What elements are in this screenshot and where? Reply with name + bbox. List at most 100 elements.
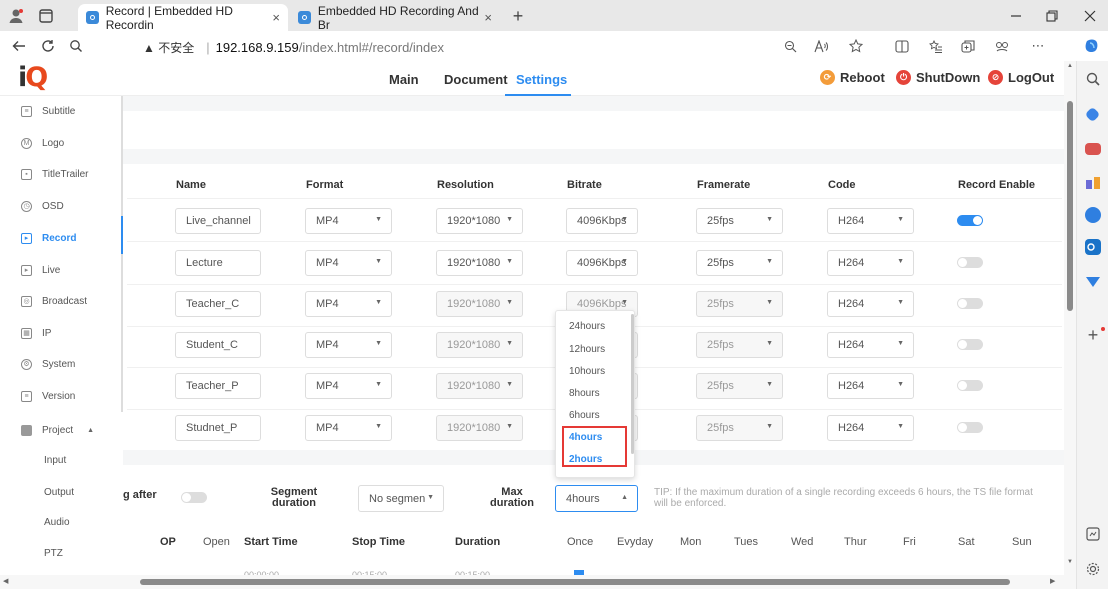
chevron-up-icon[interactable]: ▲ xyxy=(87,427,94,434)
games-icon[interactable] xyxy=(1085,175,1101,191)
restore-icon[interactable] xyxy=(1042,6,1062,26)
resolution-select[interactable]: 1920*1080 ▼ xyxy=(436,250,523,276)
back-arrow-icon[interactable] xyxy=(8,36,30,56)
format-select[interactable]: MP4 ▼ xyxy=(305,415,392,441)
minimize-icon[interactable] xyxy=(1006,6,1026,26)
format-select[interactable]: MP4 ▼ xyxy=(305,291,392,317)
dropdown-option-8hours[interactable]: 8hours xyxy=(569,388,600,399)
dropdown-option-12hours[interactable]: 12hours xyxy=(569,344,605,355)
sidebar-item-ip[interactable]: ▦ IP xyxy=(0,321,123,345)
sidebar-item-ptz[interactable]: PTZ xyxy=(0,541,123,565)
close-tab-icon[interactable]: × xyxy=(484,10,492,25)
sidebar-item-record[interactable]: ▸ Record xyxy=(0,226,123,250)
sidebar-item-osd[interactable]: ◷ OSD xyxy=(0,194,123,218)
format-select[interactable]: MP4 ▼ xyxy=(305,208,392,234)
record-enable-toggle[interactable] xyxy=(957,257,983,268)
format-select[interactable]: MP4 ▼ xyxy=(305,373,392,399)
horizontal-scroll-thumb[interactable] xyxy=(140,579,1010,585)
format-select[interactable]: MP4 ▼ xyxy=(305,250,392,276)
format-select[interactable]: MP4 ▼ xyxy=(305,332,392,358)
tools-briefcase-icon[interactable] xyxy=(1085,143,1101,155)
outlook-icon[interactable] xyxy=(1085,239,1101,255)
favorites-list-icon[interactable] xyxy=(927,37,945,55)
favorite-star-icon[interactable] xyxy=(847,37,865,55)
vertical-scroll-thumb[interactable] xyxy=(1067,101,1073,311)
code-select[interactable]: H264 ▼ xyxy=(827,373,914,399)
extensions-icon[interactable] xyxy=(993,37,1011,55)
framerate-select[interactable]: 25fps ▼ xyxy=(696,250,783,276)
resolution-select[interactable]: 1920*1080 ▼ xyxy=(436,332,523,358)
logout-button[interactable]: ⊘ LogOut xyxy=(988,70,1054,85)
dropdown-scrollbar[interactable] xyxy=(631,314,634,454)
dropdown-option-24hours[interactable]: 24hours xyxy=(569,321,605,332)
settings-gear-icon[interactable] xyxy=(1085,561,1101,577)
search-sidebar-icon[interactable] xyxy=(1085,71,1101,87)
framerate-select[interactable]: 25fps ▼ xyxy=(696,291,783,317)
sidebar-item-logo[interactable]: M Logo xyxy=(0,131,123,155)
nav-main[interactable]: Main xyxy=(389,72,419,87)
dropdown-option-6hours[interactable]: 6hours xyxy=(569,410,600,421)
code-select[interactable]: H264 ▼ xyxy=(827,332,914,358)
sidebar-item-input[interactable]: Input xyxy=(0,448,123,472)
new-tab-icon[interactable]: + xyxy=(508,6,528,26)
channel-name-input[interactable]: Studnet_P xyxy=(175,415,261,441)
bitrate-select[interactable]: 4096Kbps ▼ xyxy=(566,208,638,234)
shopping-tag-icon[interactable] xyxy=(1084,106,1101,123)
framerate-select[interactable]: 25fps ▼ xyxy=(696,373,783,399)
code-select[interactable]: H264 ▼ xyxy=(827,415,914,441)
framerate-select[interactable]: 25fps ▼ xyxy=(696,415,783,441)
code-select[interactable]: H264 ▼ xyxy=(827,291,914,317)
sidebar-item-subtitle[interactable]: ≡ Subtitle xyxy=(0,99,123,123)
framerate-select[interactable]: 25fps ▼ xyxy=(696,332,783,358)
add-sidebar-app-icon[interactable]: + xyxy=(1085,326,1101,344)
split-screen-icon[interactable] xyxy=(893,37,911,55)
close-window-icon[interactable] xyxy=(1080,6,1100,26)
drop-icon[interactable] xyxy=(1085,273,1101,289)
nav-document[interactable]: Document xyxy=(444,72,508,87)
refresh-icon[interactable] xyxy=(37,36,59,56)
copilot-sidebar-icon[interactable] xyxy=(1085,207,1101,223)
record-enable-toggle[interactable] xyxy=(957,422,983,433)
browser-tab-embedded[interactable]: Embedded HD Recording And Br × xyxy=(290,4,500,32)
screenshot-icon[interactable] xyxy=(1085,526,1101,542)
scroll-left-icon[interactable]: ◀ xyxy=(3,577,8,585)
read-aloud-icon[interactable] xyxy=(812,37,830,55)
sidebar-item-project[interactable]: Project ▲ xyxy=(0,418,123,442)
scroll-down-icon[interactable]: ▼ xyxy=(1067,559,1073,565)
channel-name-input[interactable]: Teacher_C xyxy=(175,291,261,317)
dropdown-option-10hours[interactable]: 10hours xyxy=(569,366,605,377)
tab-actions-icon[interactable] xyxy=(36,6,56,26)
address-field[interactable]: ▲ 不安全 | 192.168.9.159/index.html#/record/i… xyxy=(143,39,444,56)
record-enable-toggle[interactable] xyxy=(957,298,983,309)
code-select[interactable]: H264 ▼ xyxy=(827,250,914,276)
page-vertical-scrollbar[interactable]: ▲ ▼ xyxy=(1064,61,1076,589)
channel-name-input[interactable]: Student_C xyxy=(175,332,261,358)
search-icon[interactable] xyxy=(65,36,87,56)
page-horizontal-scrollbar[interactable]: ◀ ▶ xyxy=(0,575,1064,589)
max-duration-select[interactable]: 4hours ▲ xyxy=(555,485,638,512)
sidebar-item-output[interactable]: Output xyxy=(0,480,123,504)
sidebar-item-audio[interactable]: Audio xyxy=(0,510,123,534)
record-enable-toggle[interactable] xyxy=(957,380,983,391)
bitrate-select[interactable]: 4096Kbps ▼ xyxy=(566,250,638,276)
resolution-select[interactable]: 1920*1080 ▼ xyxy=(436,208,523,234)
sidebar-item-version[interactable]: ≡ Version xyxy=(0,384,123,408)
resolution-select[interactable]: 1920*1080 ▼ xyxy=(436,415,523,441)
scroll-right-icon[interactable]: ▶ xyxy=(1050,577,1055,585)
reboot-button[interactable]: ⟳ Reboot xyxy=(820,70,885,85)
sidebar-item-live[interactable]: ▸ Live xyxy=(0,258,123,282)
zoom-icon[interactable] xyxy=(781,37,799,55)
framerate-select[interactable]: 25fps ▼ xyxy=(696,208,783,234)
close-tab-icon[interactable]: × xyxy=(272,10,280,25)
record-enable-toggle[interactable] xyxy=(957,339,983,350)
more-options-icon[interactable]: ⋯ xyxy=(1029,37,1047,55)
channel-name-input[interactable]: Lecture xyxy=(175,250,261,276)
sidebar-item-system[interactable]: ⚙ System xyxy=(0,352,123,376)
code-select[interactable]: H264 ▼ xyxy=(827,208,914,234)
collections-icon[interactable] xyxy=(959,37,977,55)
sidebar-item-titletrailer[interactable]: ▪ TitleTrailer xyxy=(0,162,123,186)
record-enable-toggle[interactable] xyxy=(957,215,983,226)
nav-settings[interactable]: Settings xyxy=(516,72,567,87)
channel-name-input[interactable]: Live_channel xyxy=(175,208,261,234)
channel-name-input[interactable]: Teacher_P xyxy=(175,373,261,399)
